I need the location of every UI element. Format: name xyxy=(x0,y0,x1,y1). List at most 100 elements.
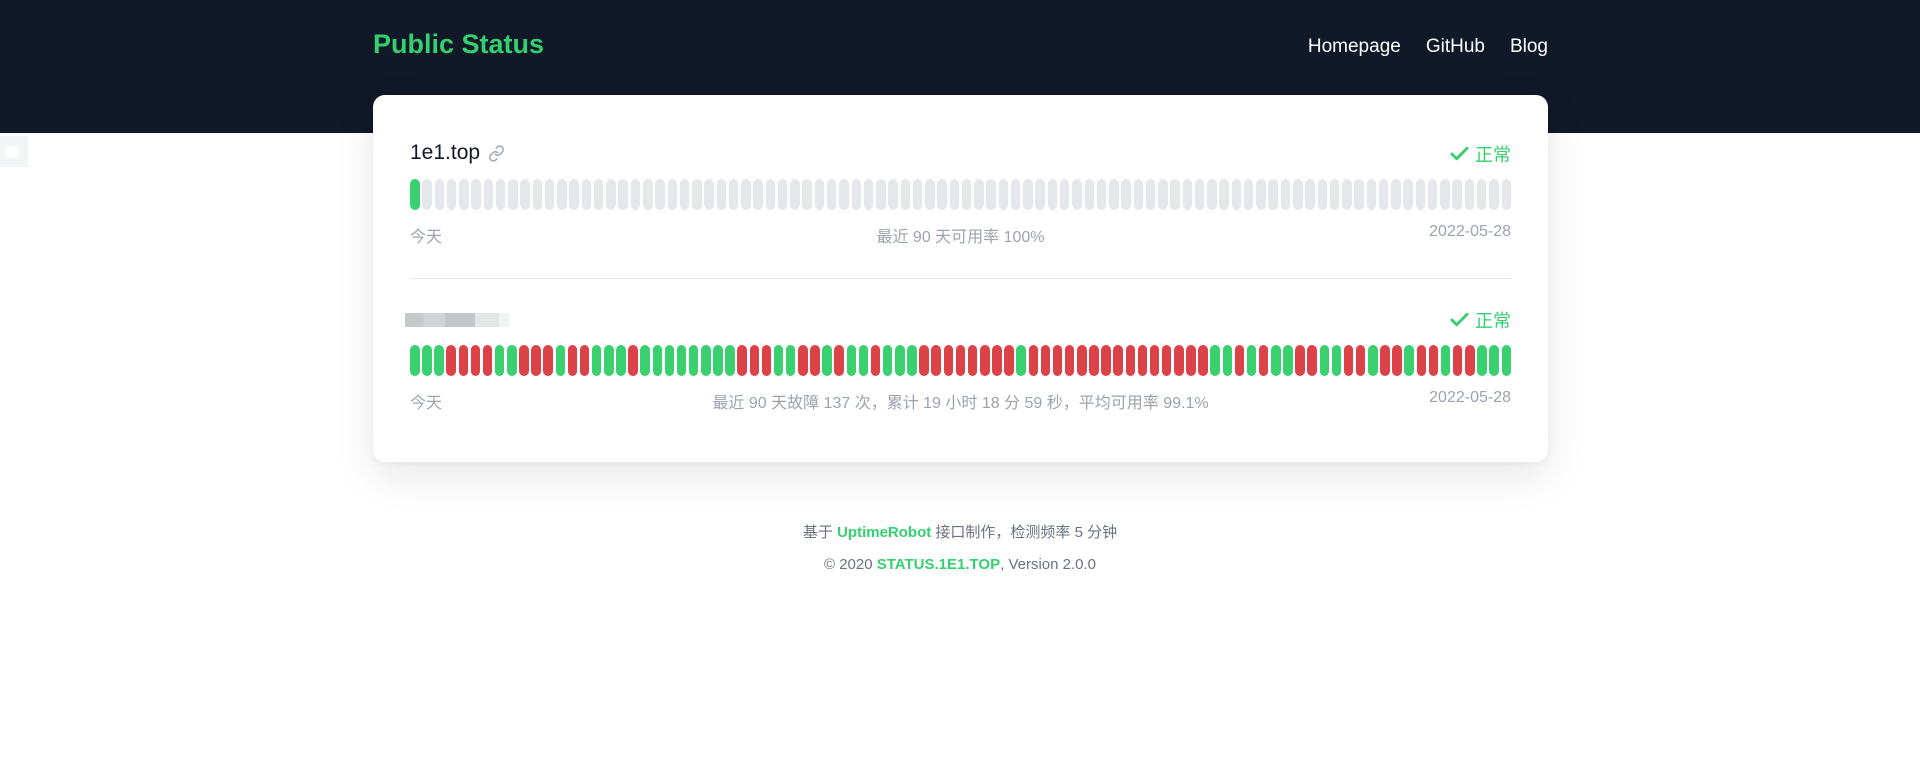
uptime-bar-down xyxy=(543,345,553,376)
uptime-bar-nodata xyxy=(765,179,776,210)
uptime-bar-nodata xyxy=(900,179,911,210)
uptime-bar-up xyxy=(882,345,893,376)
uptime-bar-nodata xyxy=(1035,179,1045,210)
uptime-bar-down xyxy=(1452,345,1463,376)
nav-github[interactable]: GitHub xyxy=(1426,36,1485,58)
uptimerobot-link[interactable]: UptimeRobot xyxy=(837,524,931,541)
uptime-bar-up xyxy=(640,345,650,376)
uptime-bar-nodata xyxy=(483,179,494,210)
monitor-header: 1e1.top 正常 xyxy=(410,141,1511,169)
uptime-bar-down xyxy=(1089,345,1099,376)
uptime-bar-down xyxy=(749,345,760,376)
uptime-bar-nodata xyxy=(1476,179,1487,210)
uptime-bar-down xyxy=(1137,345,1148,376)
uptime-bar-up xyxy=(785,345,796,376)
uptime-bar-up xyxy=(1489,345,1499,376)
uptime-bar-up xyxy=(616,345,626,376)
corner-toggle[interactable] xyxy=(0,136,28,167)
uptime-bar-nodata xyxy=(741,179,751,210)
monitor-name-text: 1e1.top xyxy=(410,141,481,164)
uptime-bar-nodata xyxy=(569,179,579,210)
uptime-bar-down xyxy=(1077,345,1087,376)
uptime-summary: 最近 90 天故障 137 次，累计 19 小时 18 分 59 秒，平均可用率… xyxy=(712,395,1209,412)
uptime-bar-down xyxy=(1307,345,1317,376)
uptime-bar-nodata xyxy=(434,179,445,210)
uptime-bar-up xyxy=(410,179,420,210)
nav-blog[interactable]: Blog xyxy=(1510,36,1548,58)
uptime-bar-up xyxy=(422,345,432,376)
uptime-bar-up xyxy=(1477,345,1487,376)
uptime-bar-down xyxy=(1186,345,1196,376)
footer-line-1: 基于 UptimeRobot 接口制作，检测频率 5 分钟 xyxy=(0,517,1920,549)
uptime-bar-up xyxy=(652,345,663,376)
uptime-bar-nodata xyxy=(1145,179,1156,210)
uptime-bar-nodata xyxy=(655,179,665,210)
uptime-bar-down xyxy=(446,345,456,376)
uptime-bar-nodata xyxy=(998,179,1009,210)
status-text: 正常 xyxy=(1475,311,1511,331)
uptime-bar-nodata xyxy=(581,179,592,210)
uptime-bar-nodata xyxy=(1084,179,1095,210)
uptime-bar-nodata xyxy=(1415,179,1426,210)
uptime-bar-down xyxy=(1198,345,1208,376)
uptime-bar-nodata xyxy=(1121,179,1131,210)
uptime-bar-nodata xyxy=(1047,179,1058,210)
monitor-1e1-top: 1e1.top 正常 今天 最近 90 天可用率 100% 2022-05-28 xyxy=(410,141,1511,246)
uptime-bar-nodata xyxy=(593,179,604,210)
uptime-bar-nodata xyxy=(544,179,555,210)
uptime-bar-nodata xyxy=(1256,179,1266,210)
uptime-bar-nodata xyxy=(1305,179,1315,210)
uptime-bar-down xyxy=(1161,345,1172,376)
uptime-bar-down xyxy=(810,345,820,376)
uptime-bar-nodata xyxy=(826,179,837,210)
uptime-bar-down xyxy=(1125,345,1136,376)
uptime-bar-down xyxy=(458,345,468,376)
uptime-bar-nodata xyxy=(1109,179,1119,210)
uptime-bar-down xyxy=(1064,345,1075,376)
site-link[interactable]: STATUS.1E1.TOP xyxy=(877,556,1000,573)
uptime-bar-nodata xyxy=(1243,179,1254,210)
uptime-bar-up xyxy=(858,345,869,376)
uptime-bar-down xyxy=(567,345,578,376)
uptime-bar-nodata xyxy=(1280,179,1291,210)
uptime-bar-nodata xyxy=(471,179,481,210)
uptime-bar-down xyxy=(967,345,978,376)
uptime-bar-up xyxy=(1368,345,1378,376)
uptime-bar-nodata xyxy=(1464,179,1475,210)
uptime-bar-down xyxy=(1234,345,1245,376)
top-nav: Homepage GitHub Blog xyxy=(1308,36,1548,58)
uptime-bar-up xyxy=(676,345,687,376)
uptime-bar-up xyxy=(507,345,517,376)
uptime-bar-nodata xyxy=(643,179,653,210)
uptime-bar-nodata xyxy=(1354,179,1364,210)
uptime-bar-nodata xyxy=(1170,179,1180,210)
uptime-bar-nodata xyxy=(1452,179,1462,210)
status-text: 正常 xyxy=(1475,145,1511,165)
uptime-bar-nodata xyxy=(937,179,947,210)
uptime-bar-up xyxy=(434,345,444,376)
uptime-bar-nodata xyxy=(839,179,849,210)
uptime-bar-down xyxy=(1174,345,1184,376)
uptime-bar-nodata xyxy=(1391,179,1401,210)
uptime-bar-nodata xyxy=(814,179,825,210)
uptime-bar-down xyxy=(931,345,941,376)
uptime-bar-nodata xyxy=(1489,179,1499,210)
uptime-bar-nodata xyxy=(1096,179,1107,210)
uptime-bar-nodata xyxy=(692,179,702,210)
nav-homepage[interactable]: Homepage xyxy=(1308,36,1401,58)
uptime-bar-down xyxy=(943,345,954,376)
uptime-bar-down xyxy=(737,345,747,376)
uptime-bar-down xyxy=(579,345,590,376)
uptime-summary: 最近 90 天可用率 100% xyxy=(876,229,1045,246)
page-footer: 基于 UptimeRobot 接口制作，检测频率 5 分钟 © 2020 STA… xyxy=(0,517,1920,581)
uptime-bar-down xyxy=(1149,345,1160,376)
uptime-bar-up xyxy=(1331,345,1342,376)
uptime-bar-down xyxy=(1040,345,1051,376)
uptime-bar-up xyxy=(1246,345,1257,376)
link-icon[interactable] xyxy=(488,144,505,162)
site-logo[interactable]: Public Status xyxy=(373,29,544,60)
uptime-bar-up xyxy=(1222,345,1233,376)
uptime-bar-nodata xyxy=(618,179,628,210)
uptime-bar-nodata xyxy=(1378,179,1389,210)
uptime-bar-nodata xyxy=(1158,179,1168,210)
